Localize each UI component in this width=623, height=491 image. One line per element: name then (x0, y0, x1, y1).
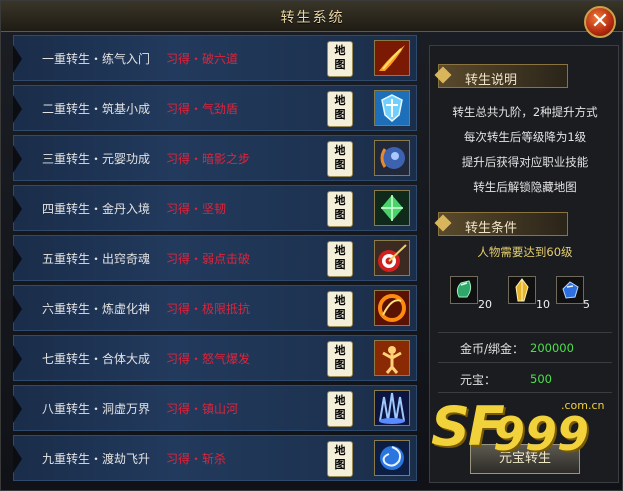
gold-value: 200000 (530, 341, 574, 355)
map-button-label: 地图 (334, 244, 346, 271)
yuanbao-value: 500 (530, 372, 552, 386)
tier-name: 二重转生・筑基小成 (42, 102, 151, 116)
map-button[interactable]: 地图 (327, 241, 353, 277)
window-title: 转生系统 (280, 10, 345, 26)
diamond-icon (434, 66, 452, 84)
tier-name: 三重转生・元婴功成 (42, 152, 151, 166)
close-button[interactable]: ✕ (584, 6, 616, 38)
skill-unlock: 习得・破六道 (166, 52, 239, 66)
map-button-label: 地图 (334, 144, 346, 171)
skill-unlock: 习得・暗影之步 (166, 152, 251, 166)
bullseye-arrow-icon[interactable] (374, 240, 410, 276)
map-button-label: 地图 (334, 44, 346, 71)
map-button[interactable]: 地图 (327, 41, 353, 77)
info-line: 转生总共九阶，2种提升方式 (452, 105, 598, 119)
diamond-icon (434, 214, 452, 232)
blue-gem-icon[interactable] (556, 276, 584, 304)
shadow-step-icon[interactable] (374, 140, 410, 176)
tier-name: 四重转生・金丹入境 (42, 202, 151, 216)
item-count: 5 (583, 298, 590, 311)
map-button-label: 地图 (334, 394, 346, 421)
title-bar: 转生系统 (1, 1, 623, 32)
reincarnation-window: 转生系统 ✕ 一重转生・练气入门 习得・破六道 地图 二重转生・筑基小成 习得・气劲盾地… (0, 0, 623, 491)
reincarnation-row: 六重转生・炼虚化神 习得・极限抵抗 地图 (13, 285, 417, 331)
info-header-label: 转生说明 (465, 73, 518, 88)
watermark-brand: SF (431, 395, 505, 458)
tier-name: 七重转生・合体大成 (42, 352, 151, 366)
map-button-label: 地图 (334, 94, 346, 121)
skill-unlock: 习得・弱点击破 (166, 252, 251, 266)
info-line: 提升后获得对应职业技能 (461, 155, 589, 169)
reincarnation-list: 一重转生・练气入门 习得・破六道 地图 二重转生・筑基小成 习得・气劲盾 地图 三重转生・元… (13, 35, 417, 487)
skill-unlock: 习得・气劲盾 (166, 102, 239, 116)
divider (438, 362, 612, 363)
shield-burst-icon[interactable] (374, 90, 410, 126)
reincarnation-row: 五重转生・出窍奇魂 习得・弱点击破 地图 (13, 235, 417, 281)
map-button[interactable]: 地图 (327, 441, 353, 477)
gold-label: 金币/绑金： (460, 342, 525, 356)
map-button-label: 地图 (334, 294, 346, 321)
conditions-header: 转生条件 (434, 212, 568, 236)
skill-unlock: 习得・镇山河 (166, 402, 239, 416)
fire-ring-icon[interactable] (374, 290, 410, 326)
reincarnation-row: 一重转生・练气入门 习得・破六道 地图 (13, 35, 417, 81)
tier-name: 八重转生・洞虚万界 (42, 402, 151, 416)
skill-unlock: 习得・坚韧 (166, 202, 227, 216)
tier-name: 五重转生・出窍奇魂 (42, 252, 151, 266)
map-button[interactable]: 地图 (327, 91, 353, 127)
blue-vortex-icon[interactable] (374, 440, 410, 476)
tier-name: 九重转生・渡劫飞升 (42, 452, 151, 466)
reincarnation-row: 二重转生・筑基小成 习得・气劲盾 地图 (13, 85, 417, 131)
conditions-header-label: 转生条件 (465, 221, 518, 236)
map-button-label: 地图 (334, 344, 346, 371)
tier-name: 六重转生・炼虚化神 (42, 302, 151, 316)
watermark-domain: .com.cn (561, 399, 605, 412)
reincarnation-row: 七重转生・合体大成 习得・怒气爆发 地图 (13, 335, 417, 381)
rage-figure-icon[interactable] (374, 340, 410, 376)
item-count: 10 (536, 298, 550, 311)
skill-unlock: 习得・极限抵抗 (166, 302, 251, 316)
item-count: 20 (478, 298, 492, 311)
reincarnation-row: 四重转生・金丹入境 习得・坚韧 地图 (13, 185, 417, 231)
map-button[interactable]: 地图 (327, 291, 353, 327)
gold-crystal-icon[interactable] (508, 276, 536, 304)
map-button-label: 地图 (334, 194, 346, 221)
map-button[interactable]: 地图 (327, 191, 353, 227)
blue-spikes-icon[interactable] (374, 390, 410, 426)
yuanbao-label: 元宝： (460, 373, 497, 387)
level-requirement: 人物需要达到60级 (477, 245, 573, 259)
reincarnation-row: 九重转生・渡劫飞升 习得・斩杀 地图 (13, 435, 417, 481)
site-watermark: SF 999 .com.cn (431, 393, 621, 483)
green-crystal-icon[interactable] (374, 190, 410, 226)
map-button-label: 地图 (334, 444, 346, 471)
skill-unlock: 习得・怒气爆发 (166, 352, 251, 366)
reincarnation-row: 三重转生・元婴功成 习得・暗影之步 地图 (13, 135, 417, 181)
map-button[interactable]: 地图 (327, 341, 353, 377)
reincarnation-row: 八重转生・洞虚万界 习得・镇山河 地图 (13, 385, 417, 431)
map-button[interactable]: 地图 (327, 141, 353, 177)
info-line: 每次转生后等级降为1级 (463, 130, 587, 144)
map-button[interactable]: 地图 (327, 391, 353, 427)
info-header: 转生说明 (434, 64, 568, 88)
close-icon: ✕ (590, 9, 610, 34)
flame-slash-icon[interactable] (374, 40, 410, 76)
skill-unlock: 习得・斩杀 (166, 452, 227, 466)
watermark-number: 999 (493, 407, 590, 461)
tier-name: 一重转生・练气入门 (42, 52, 151, 66)
divider (438, 332, 612, 333)
info-line: 转生后解锁隐藏地图 (473, 180, 577, 194)
green-gem-icon[interactable] (450, 276, 478, 304)
